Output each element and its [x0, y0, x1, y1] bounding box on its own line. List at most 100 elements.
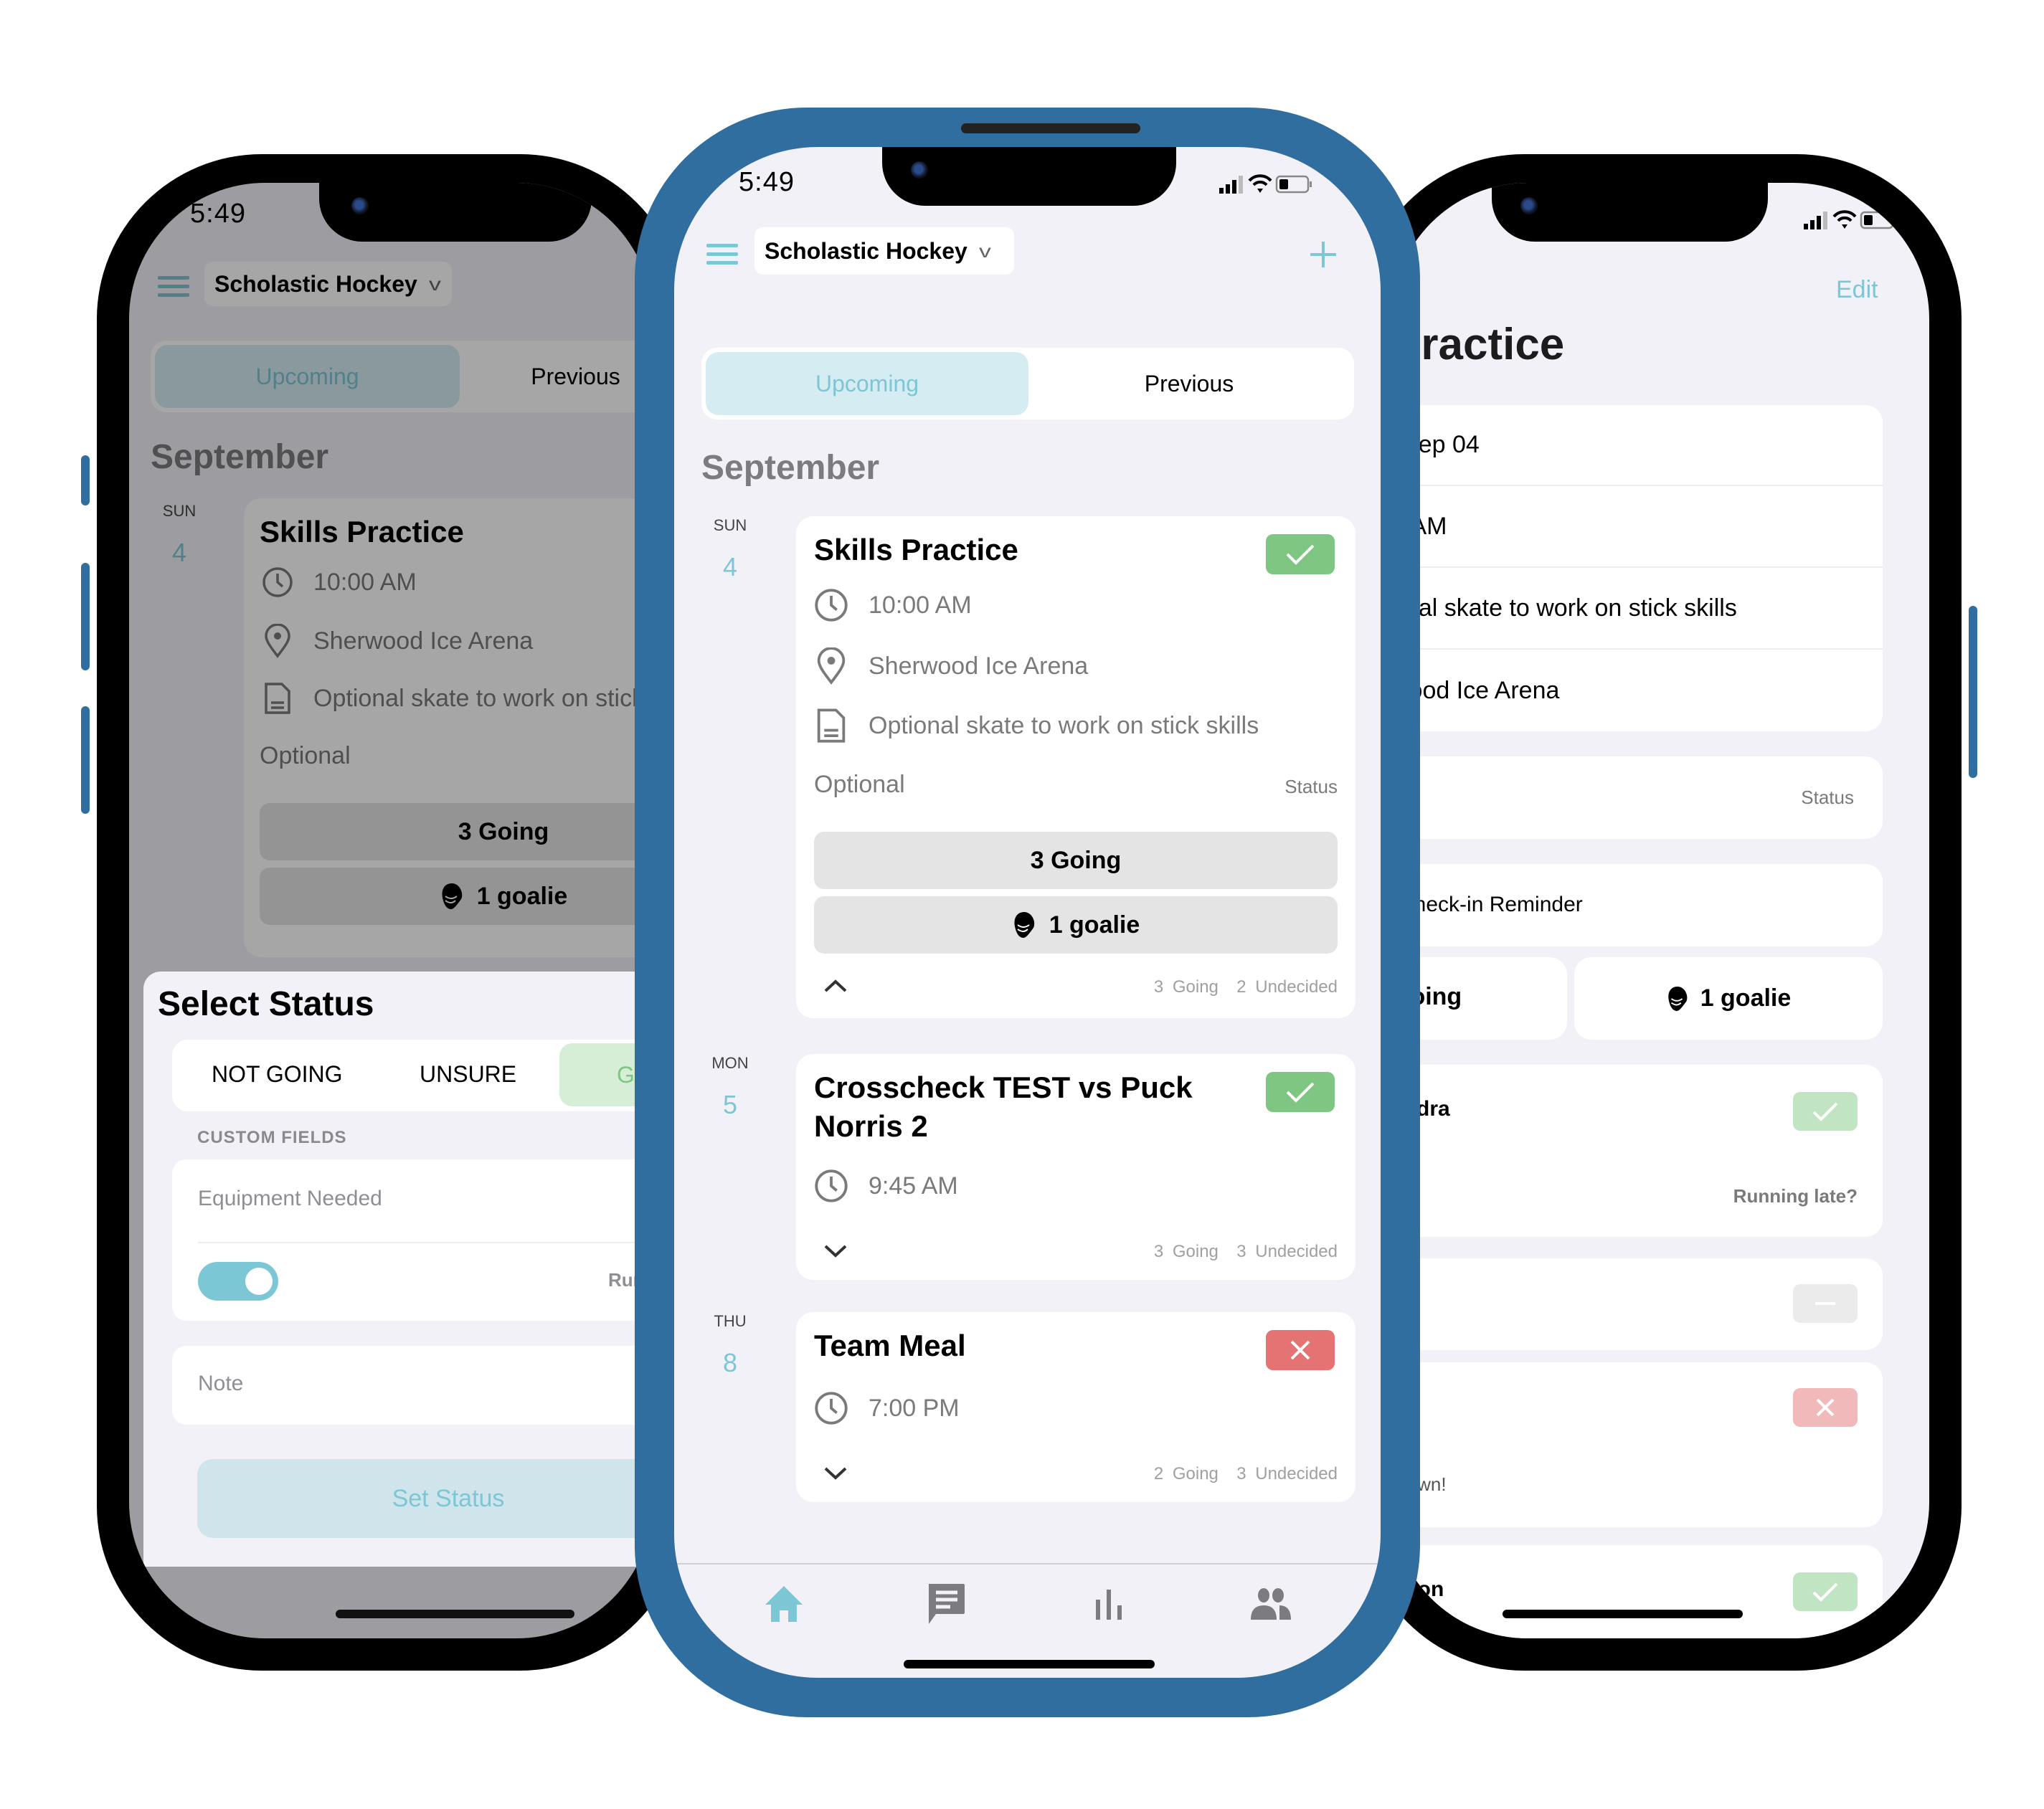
event-day: 8 — [722, 1348, 738, 1377]
sheet-title: Select Status — [158, 985, 374, 1023]
attendee-row[interactable]: iel f town! — [1391, 1362, 1883, 1527]
attendee-row[interactable]: ndon — [1391, 1545, 1883, 1638]
clock-icon — [815, 1392, 848, 1425]
home-indicator — [1503, 1610, 1743, 1618]
set-status-button[interactable]: Set Status — [197, 1459, 653, 1538]
event-card[interactable]: Crosscheck TEST vs Puck Norris 2 9:45 AM… — [796, 1054, 1355, 1280]
running-late-toggle[interactable] — [198, 1262, 278, 1301]
month-heading: September — [701, 449, 880, 487]
attendee-row[interactable]: ed — [1391, 1258, 1883, 1350]
attendee-status-going[interactable] — [1793, 1092, 1858, 1131]
chevron-down-icon: v — [978, 239, 991, 262]
goalie-mask-icon — [1667, 986, 1688, 1011]
event-tag: Optional — [814, 771, 905, 798]
x-icon — [1290, 1340, 1310, 1360]
tab-stats[interactable] — [1084, 1579, 1134, 1629]
tab-upcoming[interactable]: Upcoming — [706, 352, 1028, 415]
event-description: Optional skate to work on stick skills — [869, 711, 1259, 739]
phone-right: Edit Practice Sep 04 0 AM onal skate to … — [1352, 147, 1977, 1678]
volume-down-button — [81, 706, 90, 814]
bar-chart-icon — [1095, 1590, 1122, 1620]
event-dow: THU — [714, 1312, 747, 1330]
volume-up-button — [81, 563, 90, 670]
mute-switch — [81, 455, 90, 505]
event-time-row: 10:00 AM — [814, 588, 972, 622]
chevron-down-icon[interactable] — [823, 1244, 848, 1258]
status-option-unsure[interactable]: UNSURE — [420, 1061, 516, 1088]
event-time: 9:45 AM — [869, 1172, 958, 1200]
rsvp-going-badge[interactable] — [1266, 534, 1335, 574]
attendee-status-undecided[interactable] — [1793, 1284, 1858, 1323]
status-icons — [1804, 210, 1896, 229]
signal-icon — [1804, 212, 1827, 229]
team-selector[interactable]: Scholastic Hockey v — [754, 227, 1014, 275]
home-icon — [765, 1586, 803, 1622]
notch — [882, 147, 1176, 206]
toggle-knob — [245, 1268, 273, 1295]
tab-messages[interactable] — [921, 1579, 971, 1629]
event-card[interactable]: Team Meal 7:00 PM 2 Going 3 Undecided — [796, 1312, 1355, 1502]
equipment-needed-input[interactable]: Equipment Needed — [198, 1187, 382, 1211]
wifi-icon — [1832, 210, 1857, 229]
edit-button[interactable]: Edit — [1836, 276, 1878, 304]
custom-fields-card: Equipment Needed Run — [172, 1159, 653, 1321]
event-card[interactable]: Skills Practice 10:00 AM Sherwood Ice Ar… — [796, 516, 1355, 1018]
note-input[interactable]: Note — [198, 1372, 243, 1396]
document-icon — [817, 708, 846, 743]
status-option-not-going[interactable]: NOT GOING — [212, 1061, 343, 1088]
menu-icon[interactable] — [706, 244, 738, 265]
rsvp-going-badge[interactable] — [1266, 1072, 1335, 1112]
note-card: Note — [172, 1346, 653, 1425]
power-button — [1969, 606, 1977, 778]
tab-previous[interactable]: Previous — [1028, 352, 1350, 415]
event-location-row: wood Ice Arena — [1391, 676, 1560, 704]
attendee-status-not-going[interactable] — [1793, 1388, 1858, 1427]
check-icon — [1286, 544, 1315, 565]
goalie-button[interactable]: 1 goalie — [814, 896, 1338, 954]
event-dow: SUN — [713, 516, 747, 534]
checkin-reminder-label: Check-in Reminder — [1399, 893, 1583, 916]
going-button[interactable]: 3 Going — [814, 832, 1338, 889]
field-divider — [198, 1242, 653, 1243]
event-date-row: Sep 04 — [1391, 405, 1883, 486]
status-card[interactable]: Status — [1391, 756, 1883, 839]
battery-icon — [1860, 211, 1896, 229]
event-dow: MON — [711, 1054, 749, 1072]
notch — [319, 183, 592, 242]
check-icon — [1812, 1102, 1838, 1121]
event-location-row: Sherwood Ice Arena — [814, 647, 1088, 685]
status-label: Status — [1284, 776, 1338, 797]
rsvp-not-going-badge[interactable] — [1266, 1330, 1335, 1370]
attendee-row[interactable]: andra Running late? — [1391, 1065, 1883, 1237]
goalie-label: 1 goalie — [1049, 911, 1140, 939]
event-time-row: 9:45 AM — [814, 1169, 958, 1203]
goalie-count-card[interactable]: 1 goalie — [1574, 957, 1883, 1040]
attendee-status-going[interactable] — [1793, 1572, 1858, 1611]
status-icons — [1219, 174, 1312, 194]
battery-icon — [1275, 175, 1312, 194]
chevron-up-icon[interactable] — [823, 979, 848, 993]
tab-home[interactable] — [759, 1579, 809, 1629]
rsvp-summary: 3 Going 2 Undecided — [1153, 977, 1338, 997]
x-icon — [1816, 1398, 1835, 1417]
home-indicator — [336, 1610, 574, 1618]
plus-icon[interactable] — [1309, 240, 1338, 269]
chevron-down-icon[interactable] — [823, 1466, 848, 1481]
notch — [1492, 183, 1768, 242]
goalie-mask-icon — [1014, 912, 1034, 938]
status-options: NOT GOING UNSURE G — [172, 1040, 653, 1111]
chat-icon — [929, 1584, 965, 1624]
status-label: Status — [1801, 787, 1854, 808]
wifi-icon — [1248, 174, 1272, 193]
camera-icon — [1520, 197, 1538, 214]
tab-roster[interactable] — [1246, 1579, 1296, 1629]
event-time: 7:00 PM — [869, 1394, 960, 1422]
rsvp-summary: 3 Going 3 Undecided — [1153, 1242, 1338, 1261]
screen-event-detail: Edit Practice Sep 04 0 AM onal skate to … — [1391, 183, 1929, 1638]
event-time: 10:00 AM — [869, 591, 972, 619]
event-time-row: 7:00 PM — [814, 1391, 960, 1425]
event-day: 4 — [722, 552, 738, 581]
checkin-reminder-card[interactable]: Check-in Reminder — [1391, 864, 1883, 946]
people-icon — [1250, 1588, 1291, 1620]
team-name: Scholastic Hockey — [765, 237, 967, 264]
